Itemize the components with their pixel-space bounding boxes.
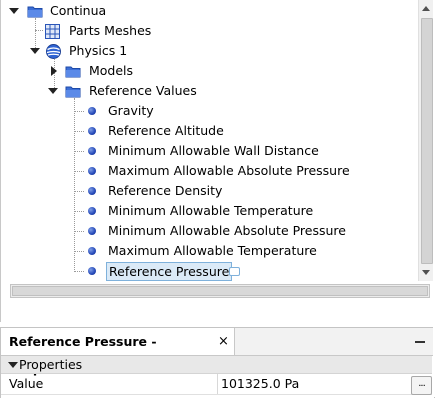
tree-node-label: Models [89,63,134,78]
tree-node-reference-pressure[interactable]: Reference Pressure [1,261,416,281]
section-label: Properties [19,357,83,372]
physics-globe-icon [46,44,61,59]
bullet-icon [88,227,96,235]
edit-value-button[interactable]: ... [411,376,432,395]
tree-node-models[interactable]: Models [1,61,416,81]
star-ccm-window: Continua Parts Meshes Physics 1 Models R… [0,0,439,398]
bullet-icon [88,167,96,175]
folder-icon [65,84,81,98]
properties-section-header[interactable]: Properties [1,356,432,374]
tree-node-label: Reference Density [108,183,223,198]
bullet-icon [88,267,96,275]
tree-node-label: Physics 1 [69,43,128,58]
bullet-icon [88,147,96,155]
tree-node-parts-meshes[interactable]: Parts Meshes [1,21,416,41]
mesh-grid-icon [45,24,60,39]
property-value[interactable]: 101325.0 Pa [221,374,299,394]
tree-node-label: Minimum Allowable Wall Distance [108,143,319,158]
properties-tab-bar: Reference Pressure - Properties × [1,328,434,376]
collapse-toggle-icon[interactable] [51,66,57,76]
tree-horizontal-scrollbar[interactable] [10,284,430,298]
window-edge [433,0,439,397]
tree-node-max-temperature[interactable]: Maximum Allowable Temperature [1,241,416,261]
tree-node-label: Reference Values [89,83,197,98]
tree-node-label: Gravity [108,103,154,118]
tree-node-physics-1[interactable]: Physics 1 [1,41,416,61]
tree-node-label: Parts Meshes [69,23,152,38]
tree-node-min-temperature[interactable]: Minimum Allowable Temperature [1,201,416,221]
property-name: Value [9,376,44,391]
scrollbar-thumb[interactable] [12,286,428,296]
simulation-tree: Continua Parts Meshes Physics 1 Models R… [0,0,434,322]
scroll-up-arrow-icon[interactable] [422,6,430,11]
tree-node-label: Maximum Allowable Temperature [108,243,317,258]
property-row-value[interactable]: Value 101325.0 Pa [1,374,432,395]
properties-panel: Reference Pressure - Properties × Proper… [0,327,435,398]
scrollbar-thumb[interactable] [421,18,433,264]
minimize-icon[interactable] [415,341,425,343]
tree-node-min-abs-pressure[interactable]: Minimum Allowable Absolute Pressure [1,221,416,241]
folder-icon [65,64,81,78]
comment-bubble-icon[interactable] [229,267,240,276]
folder-icon [27,4,43,18]
tree-node-label: Continua [50,3,107,18]
tree-node-label: Reference Altitude [108,123,224,138]
tree-node-continua[interactable]: Continua [1,1,416,21]
tree-node-reference-altitude[interactable]: Reference Altitude [1,121,416,141]
tree-node-label: Minimum Allowable Absolute Pressure [108,223,346,238]
tree-node-min-wall-distance[interactable]: Minimum Allowable Wall Distance [1,141,416,161]
tree-node-label: Minimum Allowable Temperature [108,203,314,218]
bullet-icon [88,187,96,195]
scroll-down-arrow-icon[interactable] [422,270,430,275]
tree-node-label-selected: Reference Pressure [106,262,233,281]
bullet-icon [88,247,96,255]
expand-toggle-icon[interactable] [30,48,40,54]
tree-vertical-scrollbar[interactable] [418,0,434,281]
column-divider [217,374,218,394]
tree-node-label: Maximum Allowable Absolute Pressure [108,163,350,178]
bullet-icon [88,107,96,115]
expand-toggle-icon[interactable] [8,362,18,368]
tree-node-reference-values[interactable]: Reference Values [1,81,416,101]
tree-node-max-abs-pressure[interactable]: Maximum Allowable Absolute Pressure [1,161,416,181]
tab-reference-pressure-properties[interactable]: Reference Pressure - Properties × [1,328,235,376]
expand-toggle-icon[interactable] [48,88,58,94]
tree-node-reference-density[interactable]: Reference Density [1,181,416,201]
expand-toggle-icon[interactable] [9,8,19,14]
bullet-icon [88,207,96,215]
tree-node-gravity[interactable]: Gravity [1,101,416,121]
close-icon[interactable]: × [218,328,229,355]
bullet-icon [88,127,96,135]
